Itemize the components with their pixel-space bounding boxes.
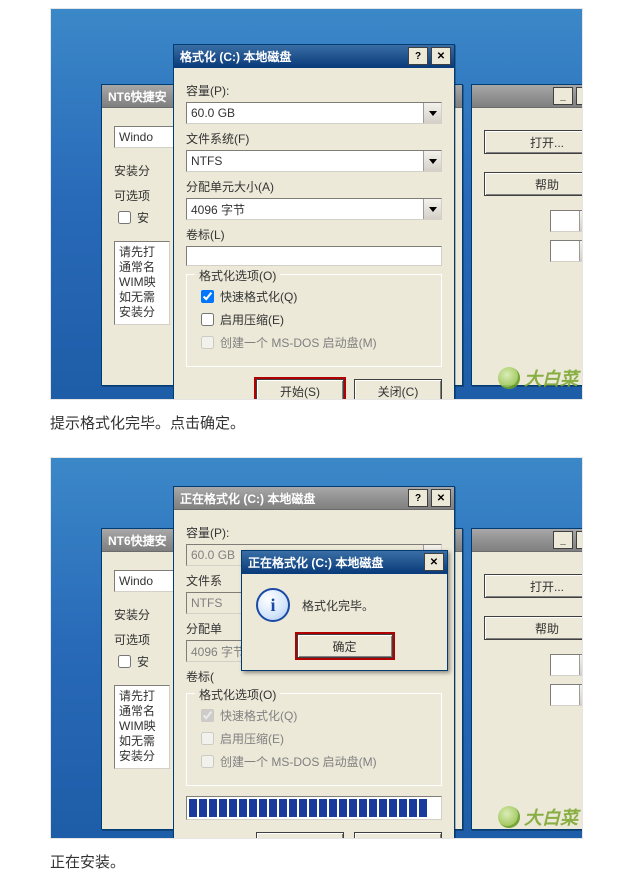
compress-label: 启用压缩(E) <box>220 311 284 328</box>
capacity-label: 容量(P): <box>186 524 442 541</box>
msdos-label: 创建一个 MS-DOS 启动盘(M) <box>220 334 377 351</box>
format-options-legend: 格式化选项(O) <box>195 267 280 284</box>
back-window-right: _ □ ✕ 打开... 帮助 <box>471 528 583 830</box>
windows-combo-value: Windo <box>119 130 153 144</box>
format-options-legend: 格式化选项(O) <box>195 686 280 703</box>
capacity-value: 60.0 GB <box>191 548 235 562</box>
info-icon: i <box>256 588 290 622</box>
message-box: 正在格式化 (C:) 本地磁盘 ✕ i 格式化完毕。 确定 <box>241 550 448 671</box>
windows-combo-value: Windo <box>119 574 153 588</box>
close-button[interactable]: ✕ <box>431 47 451 65</box>
nt6-title: NT6快捷安 <box>108 532 167 549</box>
message-title: 正在格式化 (C:) 本地磁盘 <box>248 554 383 571</box>
capacity-label: 容量(P): <box>186 82 442 99</box>
back-combo-2[interactable] <box>550 240 583 262</box>
quick-format-checkbox: 快速格式化(Q) <box>197 706 431 725</box>
quick-format-label: 快速格式化(Q) <box>220 288 297 305</box>
min-button[interactable]: _ <box>553 87 573 105</box>
start-button[interactable]: 开始(S) <box>256 379 344 400</box>
ok-button[interactable]: 确定 <box>297 634 393 658</box>
chevron-down-icon[interactable] <box>423 151 441 171</box>
close-button[interactable]: ✕ <box>431 489 451 507</box>
help-button[interactable]: ? <box>408 47 428 65</box>
compress-checkbox: 启用压缩(E) <box>197 729 431 748</box>
cabbage-icon <box>498 367 520 389</box>
watermark-text: 大白菜 <box>524 365 578 391</box>
msdos-checkbox: 创建一个 MS-DOS 启动盘(M) <box>197 333 431 352</box>
windows-combo[interactable]: Windo <box>114 570 178 592</box>
close-button[interactable]: ✕ <box>424 553 444 571</box>
allocation-label: 分配单元大小(A) <box>186 178 442 195</box>
open-button[interactable]: 打开... <box>484 574 583 598</box>
capacity-value: 60.0 GB <box>191 106 235 120</box>
watermark: 大白菜 <box>498 804 578 830</box>
back-combo-2[interactable] <box>550 684 583 706</box>
compress-checkbox[interactable]: 启用压缩(E) <box>197 310 431 329</box>
caption-1: 提示格式化完毕。点击确定。 <box>50 412 583 433</box>
formatting-title: 正在格式化 (C:) 本地磁盘 <box>180 490 315 507</box>
watermark-text: 大白菜 <box>524 804 578 830</box>
format-title: 格式化 (C:) 本地磁盘 <box>180 48 291 65</box>
chevron-down-icon <box>579 655 583 675</box>
caption-2: 正在安装。 <box>50 851 583 872</box>
chevron-down-icon[interactable] <box>423 103 441 123</box>
help-button[interactable]: 帮助 <box>484 616 583 640</box>
close-dialog-button: 关闭(C) <box>354 832 442 839</box>
filesystem-combo[interactable]: NTFS <box>186 150 442 172</box>
chevron-down-icon <box>579 211 583 231</box>
help-button[interactable]: ? <box>408 489 428 507</box>
back-combo-1[interactable] <box>550 210 583 232</box>
volume-input[interactable] <box>186 246 442 266</box>
windows-combo[interactable]: Windo <box>114 126 178 148</box>
close-dialog-button[interactable]: 关闭(C) <box>354 379 442 400</box>
min-button[interactable]: _ <box>553 531 573 549</box>
msdos-label: 创建一个 MS-DOS 启动盘(M) <box>220 753 377 770</box>
msdos-checkbox: 创建一个 MS-DOS 启动盘(M) <box>197 752 431 771</box>
allocation-value: 4096 字节 <box>191 201 245 218</box>
info-listbox: 请先打 通常名 WIM映 如无需 安装分 <box>114 241 170 325</box>
back-window-right: _ □ ✕ 打开... 帮助 <box>471 84 583 386</box>
max-button[interactable]: □ <box>576 531 583 549</box>
back-combo-1[interactable] <box>550 654 583 676</box>
help-button[interactable]: 帮助 <box>484 172 583 196</box>
progress-bar <box>186 796 442 820</box>
quick-format-checkbox[interactable]: 快速格式化(Q) <box>197 287 431 306</box>
capacity-combo[interactable]: 60.0 GB <box>186 102 442 124</box>
start-button: 开始(S) <box>256 832 344 839</box>
filesystem-value: NTFS <box>191 154 222 168</box>
format-options-group: 格式化选项(O) 快速格式化(Q) 启用压缩(E) 创建一个 MS-DOS 启动… <box>186 274 442 367</box>
chevron-down-icon <box>579 685 583 705</box>
allocation-combo[interactable]: 4096 字节 <box>186 198 442 220</box>
install-checkbox-label: 安 <box>137 653 149 670</box>
message-text: 格式化完毕。 <box>302 597 374 614</box>
cabbage-icon <box>498 806 520 828</box>
open-button[interactable]: 打开... <box>484 130 583 154</box>
quick-format-label: 快速格式化(Q) <box>220 707 297 724</box>
filesystem-label: 文件系统(F) <box>186 130 442 147</box>
install-checkbox-label: 安 <box>137 209 149 226</box>
compress-label: 启用压缩(E) <box>220 730 284 747</box>
watermark: 大白菜 <box>498 365 578 391</box>
format-options-group: 格式化选项(O) 快速格式化(Q) 启用压缩(E) 创建一个 MS-DOS 启动… <box>186 693 442 786</box>
chevron-down-icon[interactable] <box>423 199 441 219</box>
screenshot-2: _ □ ✕ 打开... 帮助 NT6快捷安 Windo 安装分 可选项 <box>50 457 583 839</box>
volume-label: 卷标(L) <box>186 226 442 243</box>
chevron-down-icon <box>579 241 583 261</box>
info-listbox: 请先打 通常名 WIM映 如无需 安装分 <box>114 685 170 769</box>
format-dialog: 格式化 (C:) 本地磁盘 ? ✕ 容量(P): 60.0 GB 文件系统(F)… <box>173 44 455 400</box>
max-button[interactable]: □ <box>576 87 583 105</box>
screenshot-1: _ □ ✕ 打开... 帮助 NT6快捷安 Windo 安装分 可选项 <box>50 8 583 400</box>
allocation-value: 4096 字节 <box>191 643 245 660</box>
filesystem-value: NTFS <box>191 596 222 610</box>
nt6-title: NT6快捷安 <box>108 88 167 105</box>
